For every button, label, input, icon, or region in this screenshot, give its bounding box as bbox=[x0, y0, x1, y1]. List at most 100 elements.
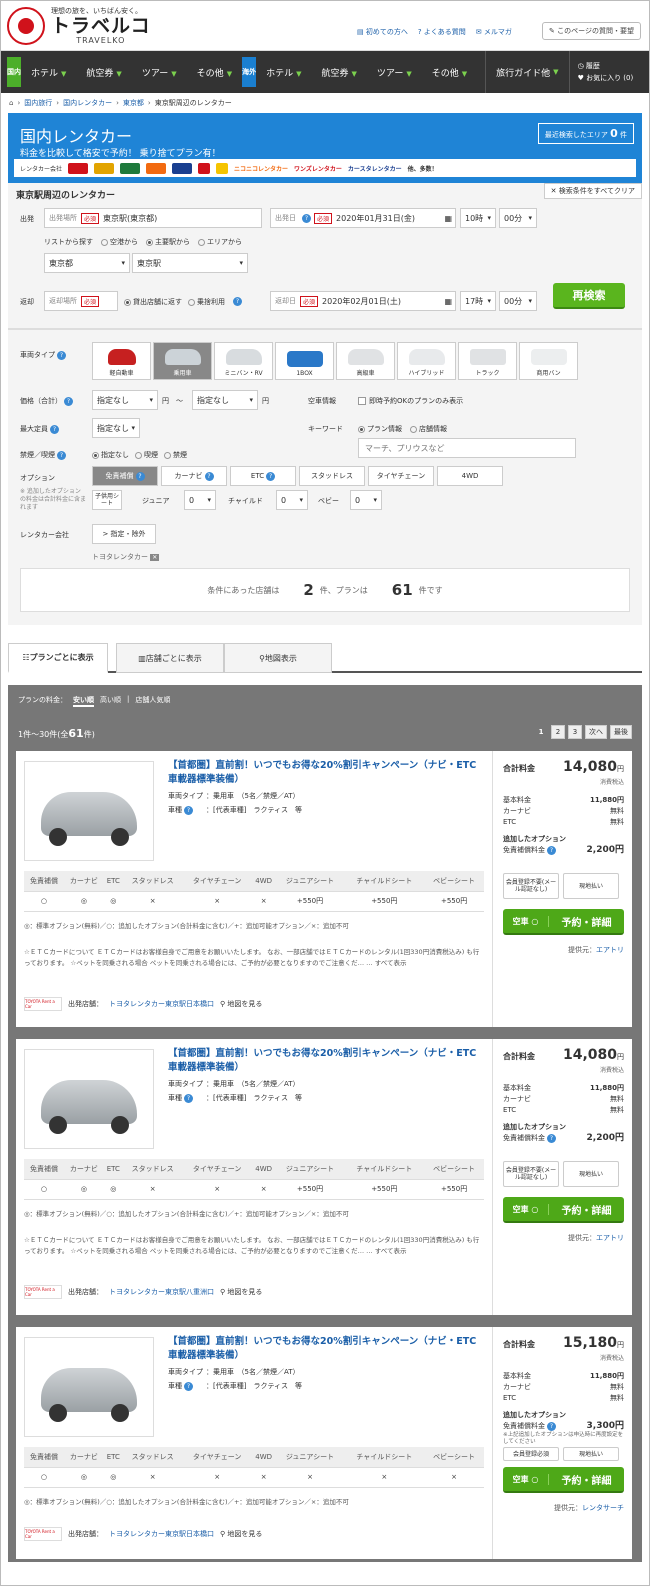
help-icon[interactable]: ? bbox=[547, 846, 556, 855]
company-tag[interactable]: トヨタレンタカー ✕ bbox=[92, 552, 160, 562]
page-link[interactable]: 3 bbox=[568, 725, 582, 739]
plan-title[interactable]: 【首都圏】直前割！いつでもお得な20%割引キャンペーン（ナビ・ETC車載器標準装… bbox=[168, 1335, 478, 1363]
plan-title[interactable]: 【首都圏】直前割！いつでもお得な20%割引キャンペーン（ナビ・ETC車載器標準装… bbox=[168, 1047, 478, 1075]
help-icon[interactable]: ? bbox=[547, 1422, 556, 1431]
help-icon[interactable]: ? bbox=[64, 397, 73, 406]
depart-date-field[interactable]: 出発日? 必須 2020年01月31日(金) ▦ bbox=[270, 208, 456, 228]
tab-shop[interactable]: ▥ 店舗ごとに表示 bbox=[116, 643, 224, 673]
logo[interactable]: 理想の旅を、いちばん安く。 トラベルコ TRAVELKO bbox=[7, 6, 151, 45]
research-button[interactable]: 再検索 bbox=[553, 283, 625, 309]
junior-select[interactable]: 0 bbox=[184, 490, 216, 510]
first-time-link[interactable]: ▤ 初めての方へ bbox=[357, 27, 408, 37]
feedback-button[interactable]: ✎ このページの質問・要望 bbox=[542, 22, 641, 40]
help-icon[interactable]: ? bbox=[233, 297, 242, 306]
option-insurance[interactable]: 免責補償? bbox=[92, 466, 158, 486]
car-type-kei[interactable]: 軽自動車 bbox=[92, 342, 151, 380]
clear-conditions-button[interactable]: ✕ 検索条件をすべてクリア bbox=[543, 183, 642, 199]
car-image[interactable] bbox=[24, 1337, 154, 1437]
remove-icon[interactable]: ✕ bbox=[150, 554, 160, 561]
map-link[interactable]: ⚲ 地図を見る bbox=[220, 1287, 262, 1297]
nav-dom-other[interactable]: その他 ▼ bbox=[187, 66, 242, 79]
pref-select[interactable]: 東京都 bbox=[44, 253, 130, 273]
radio-return-same[interactable]: 貸出店舗に返す bbox=[124, 297, 182, 307]
book-button[interactable]: 空車 ○ 予約・詳細 bbox=[503, 909, 624, 935]
option-chain[interactable]: タイヤチェーン bbox=[368, 466, 434, 486]
radio-nonsmoking[interactable]: 禁煙 bbox=[164, 450, 187, 460]
provider-link[interactable]: レンタサーチ bbox=[582, 1504, 624, 1512]
station-select[interactable]: 東京駅 bbox=[132, 253, 248, 273]
breadcrumb-item[interactable]: 東京都 bbox=[123, 98, 144, 108]
radio-plan-info[interactable]: プラン情報 bbox=[358, 424, 402, 434]
nav-ovs-hotel[interactable]: ホテル ▼ bbox=[256, 66, 311, 79]
tab-plan[interactable]: ☷ プランごとに表示 bbox=[8, 643, 108, 673]
option-navi[interactable]: カーナビ? bbox=[161, 466, 227, 486]
return-date-field[interactable]: 返却日 必須 2020年02月01日(土) ▦ bbox=[270, 291, 456, 311]
depart-place-field[interactable]: 出発場所 必須 東京駅(東京都) bbox=[44, 208, 262, 228]
sort-popular[interactable]: 店舗人気順 bbox=[135, 695, 170, 707]
help-icon[interactable]: ? bbox=[50, 425, 59, 434]
option-etc[interactable]: ETC? bbox=[230, 466, 296, 486]
car-image[interactable] bbox=[24, 1049, 154, 1149]
nav-dom-air[interactable]: 航空券 ▼ bbox=[76, 66, 131, 79]
breadcrumb-item[interactable]: 国内レンタカー bbox=[63, 98, 112, 108]
page-link[interactable]: 2 bbox=[551, 725, 565, 739]
return-place-field[interactable]: 返却場所 必須 bbox=[44, 291, 118, 311]
price-from-select[interactable]: 指定なし bbox=[92, 390, 158, 410]
page-last[interactable]: 最後 bbox=[610, 725, 632, 739]
help-icon[interactable]: ? bbox=[184, 1382, 193, 1391]
depart-hour-select[interactable]: 10時 bbox=[460, 208, 496, 228]
shop-link[interactable]: トヨタレンタカー東京駅日本橋口 bbox=[109, 999, 214, 1009]
radio-airport[interactable]: 空港から bbox=[101, 237, 138, 247]
nav-guide[interactable]: 旅行ガイド他 ▼ bbox=[485, 51, 570, 93]
help-icon[interactable]: ? bbox=[266, 471, 276, 481]
shop-link[interactable]: トヨタレンタカー東京駅八重洲口 bbox=[109, 1287, 214, 1297]
favorites-link[interactable]: ♥ お気に入り (0) bbox=[578, 72, 634, 84]
radio-smoke-any[interactable]: 指定なし bbox=[92, 450, 129, 460]
help-icon[interactable]: ? bbox=[57, 351, 66, 360]
car-image[interactable] bbox=[24, 761, 154, 861]
babyseat-select[interactable]: 0 bbox=[350, 490, 382, 510]
help-icon[interactable]: ? bbox=[302, 213, 311, 223]
option-studless[interactable]: スタッドレス bbox=[299, 466, 365, 486]
book-button[interactable]: 空車 ○ 予約・詳細 bbox=[503, 1197, 624, 1223]
help-icon[interactable]: ? bbox=[204, 471, 214, 481]
sort-expensive[interactable]: 高い順 bbox=[100, 695, 121, 707]
return-minute-select[interactable]: 00分 bbox=[499, 291, 537, 311]
home-icon[interactable]: ⌂ bbox=[9, 99, 13, 107]
depart-minute-select[interactable]: 00分 bbox=[499, 208, 537, 228]
car-type-sedan[interactable]: 乗用車 bbox=[153, 342, 212, 380]
plan-title[interactable]: 【首都圏】直前割！いつでもお得な20%割引キャンペーン（ナビ・ETC車載器標準装… bbox=[168, 759, 478, 787]
option-4wd[interactable]: 4WD bbox=[437, 466, 503, 486]
vacancy-checkbox[interactable]: 即時予約OKのプランのみ表示 bbox=[358, 396, 463, 406]
childseat-select[interactable]: 0 bbox=[276, 490, 308, 510]
keyword-input[interactable] bbox=[358, 438, 576, 458]
help-icon[interactable]: ? bbox=[135, 471, 145, 481]
car-type-1box[interactable]: 1BOX bbox=[275, 342, 334, 380]
help-icon[interactable]: ? bbox=[184, 1094, 193, 1103]
nav-ovs-other[interactable]: その他 ▼ bbox=[422, 66, 477, 79]
breadcrumb-item[interactable]: 国内旅行 bbox=[24, 98, 52, 108]
history-link[interactable]: ◷ 履歴 bbox=[578, 60, 634, 72]
calendar-icon[interactable]: ▦ bbox=[444, 297, 452, 306]
provider-link[interactable]: エアトリ bbox=[596, 946, 624, 954]
sort-cheap[interactable]: 安い順 bbox=[73, 695, 94, 707]
car-type-truck[interactable]: トラック bbox=[458, 342, 517, 380]
shop-link[interactable]: トヨタレンタカー東京駅日本橋口 bbox=[109, 1529, 214, 1539]
capacity-select[interactable]: 指定なし bbox=[92, 418, 140, 438]
nav-ovs-tour[interactable]: ツアー ▼ bbox=[367, 66, 422, 79]
mailmag-link[interactable]: ✉ メルマガ bbox=[476, 27, 512, 37]
car-type-minivan[interactable]: ミニバン・RV bbox=[214, 342, 273, 380]
radio-area[interactable]: エリアから bbox=[198, 237, 242, 247]
company-filter-button[interactable]: > 指定・除外 bbox=[92, 524, 156, 544]
car-type-luxury[interactable]: 高級車 bbox=[336, 342, 395, 380]
radio-station[interactable]: 主要駅から bbox=[146, 237, 190, 247]
provider-link[interactable]: エアトリ bbox=[596, 1234, 624, 1242]
tab-map[interactable]: ⚲ 地図表示 bbox=[224, 643, 332, 673]
price-to-select[interactable]: 指定なし bbox=[192, 390, 258, 410]
return-hour-select[interactable]: 17時 bbox=[460, 291, 496, 311]
nav-dom-tour[interactable]: ツアー ▼ bbox=[132, 66, 187, 79]
radio-oneway[interactable]: 乗捨利用 bbox=[188, 297, 225, 307]
nav-ovs-air[interactable]: 航空券 ▼ bbox=[311, 66, 366, 79]
nav-dom-hotel[interactable]: ホテル ▼ bbox=[21, 66, 76, 79]
car-type-van[interactable]: 商用バン bbox=[519, 342, 578, 380]
